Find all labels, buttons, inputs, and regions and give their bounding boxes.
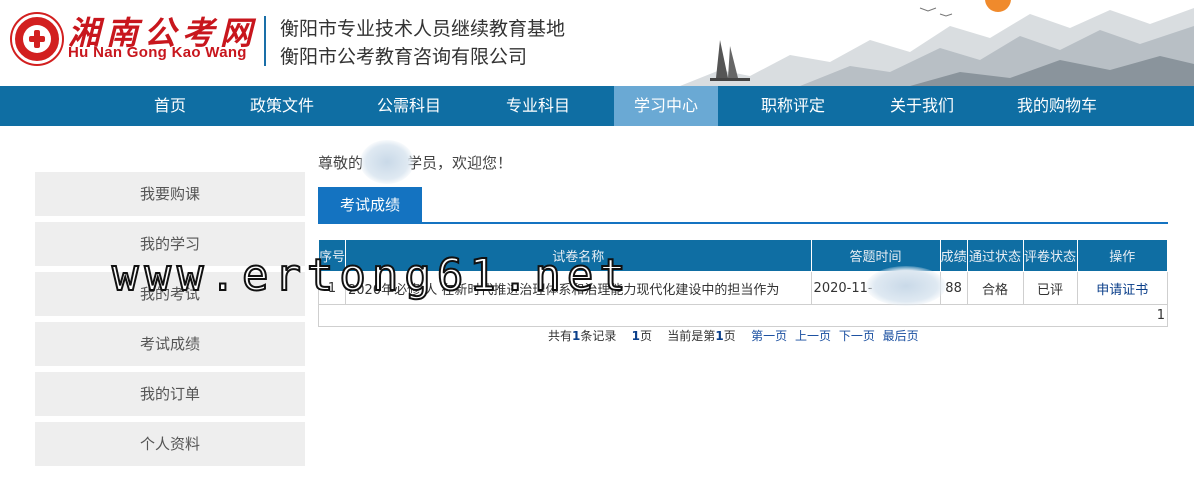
main-nav: 首页 政策文件 公需科目 专业科目 学习中心 职称评定 关于我们 我的购物车 bbox=[0, 86, 1194, 126]
pager-last-link[interactable]: 最后页 bbox=[883, 329, 919, 343]
pager-next-link[interactable]: 下一页 bbox=[839, 329, 875, 343]
nav-about-us[interactable]: 关于我们 bbox=[870, 86, 974, 126]
nav-public-courses[interactable]: 公需科目 bbox=[357, 86, 461, 126]
pagination: 共有1条记录 1页 当前是第1页 第一页 上一页 下一页 最后页 bbox=[548, 327, 919, 344]
tab-exam-scores[interactable]: 考试成绩 bbox=[318, 187, 422, 223]
nav-learning-center[interactable]: 学习中心 bbox=[614, 86, 718, 126]
nav-professional-courses[interactable]: 专业科目 bbox=[486, 86, 590, 126]
col-header-pass-status: 通过状态 bbox=[966, 239, 1024, 272]
cell-pass-status: 合格 bbox=[966, 271, 1024, 305]
sidebar-item-exam-scores[interactable]: 考试成绩 bbox=[35, 322, 305, 366]
pager-page-count: 1 bbox=[631, 329, 641, 343]
nav-shopping-cart[interactable]: 我的购物车 bbox=[1000, 86, 1114, 126]
sidebar-item-profile[interactable]: 个人资料 bbox=[35, 422, 305, 466]
site-header: 湘南公考网 Hu Nan Gong Kao Wang 衡阳市专业技术人员继续教育… bbox=[0, 0, 1194, 86]
org-name-line1: 衡阳市专业技术人员继续教育基地 bbox=[280, 18, 566, 40]
nav-policy[interactable]: 政策文件 bbox=[230, 86, 334, 126]
watermark-text: www.ertong61.net bbox=[111, 249, 632, 302]
redaction-blur bbox=[360, 140, 414, 184]
col-header-review-status: 评卷状态 bbox=[1022, 239, 1078, 272]
table-count-row: 1 bbox=[318, 304, 1168, 327]
nav-home[interactable]: 首页 bbox=[118, 86, 222, 126]
col-header-action: 操作 bbox=[1076, 239, 1169, 272]
apply-certificate-link[interactable]: 申请证书 bbox=[1076, 271, 1169, 305]
pager-prev-link[interactable]: 上一页 bbox=[795, 329, 831, 343]
col-header-score: 成绩 bbox=[939, 239, 968, 272]
cell-review-status: 已评 bbox=[1022, 271, 1078, 305]
welcome-suffix: 学员，欢迎您！ bbox=[407, 154, 513, 172]
pager-text: 共有 bbox=[548, 329, 573, 343]
pager-current-page: 1 bbox=[715, 329, 724, 343]
pager-first-link[interactable]: 第一页 bbox=[751, 329, 787, 343]
pager-text: 页 bbox=[640, 329, 653, 343]
tab-underline bbox=[318, 222, 1168, 224]
cell-record-count: 1 bbox=[318, 304, 1168, 327]
welcome-message: 尊敬的 学员，欢迎您！ bbox=[318, 152, 512, 173]
redaction-blur-time bbox=[866, 266, 946, 306]
logo-english[interactable]: Hu Nan Gong Kao Wang bbox=[68, 44, 247, 61]
logo-seal-icon bbox=[12, 14, 62, 64]
sidebar-item-my-orders[interactable]: 我的订单 bbox=[35, 372, 305, 416]
landscape-illustration-icon bbox=[680, 7, 1194, 86]
header-divider bbox=[264, 16, 266, 66]
pager-text: 条记录 bbox=[580, 329, 617, 343]
org-name-line2: 衡阳市公考教育咨询有限公司 bbox=[280, 46, 528, 68]
pager-text: 当前是第 bbox=[667, 329, 716, 343]
nav-title-evaluation[interactable]: 职称评定 bbox=[741, 86, 845, 126]
sidebar-item-buy-course[interactable]: 我要购课 bbox=[35, 172, 305, 216]
pager-text: 页 bbox=[723, 329, 736, 343]
welcome-prefix: 尊敬的 bbox=[318, 154, 364, 172]
